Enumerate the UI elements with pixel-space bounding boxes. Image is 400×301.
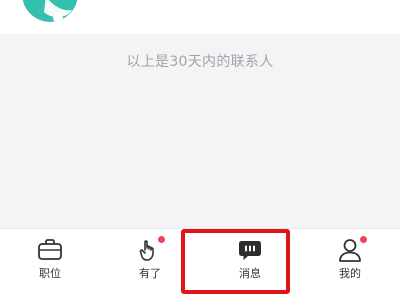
briefcase-icon (36, 236, 64, 264)
tab-jobs[interactable]: 职位 (10, 229, 90, 301)
avatar[interactable] (22, 0, 78, 22)
avatar-hand-icon (22, 0, 78, 22)
notification-badge (360, 236, 367, 243)
tab-jobs-label: 职位 (39, 267, 61, 280)
tab-me-label: 我的 (339, 267, 361, 280)
highlight-box (181, 229, 290, 294)
notification-badge (158, 236, 165, 243)
tab-youle-label: 有了 (139, 267, 161, 280)
tab-me[interactable]: 我的 (310, 229, 390, 301)
contacts-notice: 以上是30天内的联系人 (126, 54, 274, 70)
header-area (0, 0, 400, 34)
tab-youle[interactable]: 有了 (110, 229, 190, 301)
